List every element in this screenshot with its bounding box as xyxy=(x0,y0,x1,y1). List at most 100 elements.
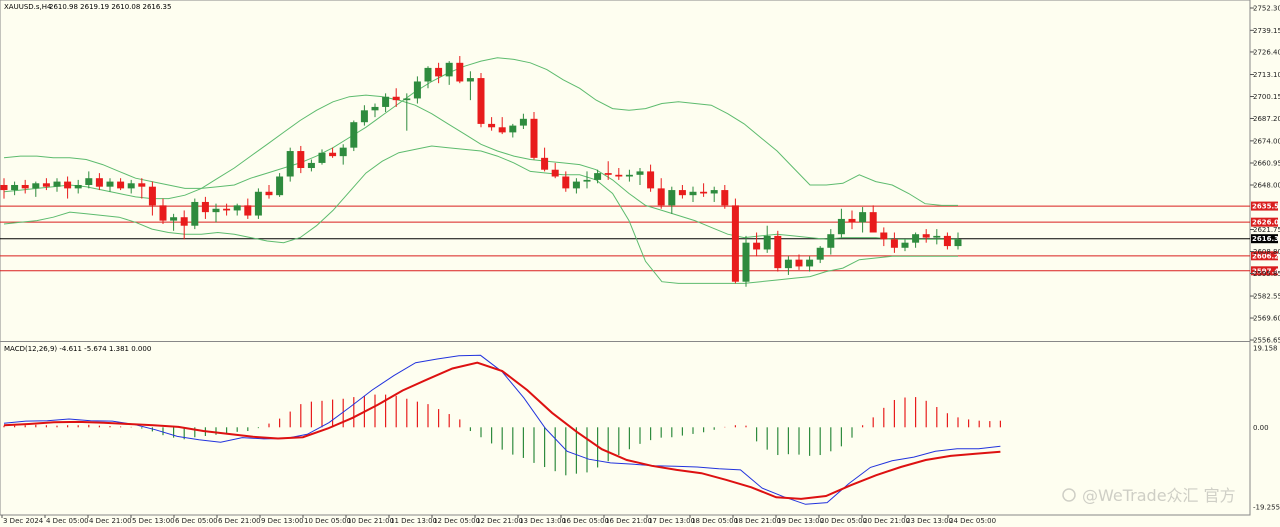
candle-body[interactable] xyxy=(742,242,750,282)
candle-body[interactable] xyxy=(668,190,676,206)
candle-body[interactable] xyxy=(392,96,400,101)
candle-body[interactable] xyxy=(498,127,506,133)
candle-body[interactable] xyxy=(106,181,114,187)
candle-body[interactable] xyxy=(827,234,835,248)
candle-body[interactable] xyxy=(424,67,432,82)
candle-body[interactable] xyxy=(594,173,602,180)
price-panel[interactable] xyxy=(0,56,1250,287)
candle-body[interactable] xyxy=(678,190,686,196)
candle-body[interactable] xyxy=(148,186,156,206)
candle-body[interactable] xyxy=(201,201,209,213)
candle-body[interactable] xyxy=(32,183,40,189)
candle-body[interactable] xyxy=(445,62,453,77)
time-tick-label: 18 Dec 05:00 xyxy=(691,517,738,525)
candle-body[interactable] xyxy=(488,123,496,128)
candle-body[interactable] xyxy=(509,125,517,133)
candle-body[interactable] xyxy=(11,184,19,191)
candle-body[interactable] xyxy=(117,181,125,189)
candle-body[interactable] xyxy=(541,157,549,170)
candle-body[interactable] xyxy=(625,174,633,177)
candle-body[interactable] xyxy=(0,184,8,191)
candle-body[interactable] xyxy=(212,208,220,213)
candle-body[interactable] xyxy=(572,181,580,189)
candle-body[interactable] xyxy=(360,110,368,123)
candle-body[interactable] xyxy=(583,179,591,182)
candle-body[interactable] xyxy=(95,178,103,187)
candle-body[interactable] xyxy=(890,239,898,248)
candle-body[interactable] xyxy=(286,151,294,177)
candle-body[interactable] xyxy=(477,78,485,124)
candle-body[interactable] xyxy=(233,205,241,211)
candle-body[interactable] xyxy=(191,201,199,226)
candle-body[interactable] xyxy=(244,205,252,216)
candle-body[interactable] xyxy=(466,78,474,82)
candle-body[interactable] xyxy=(339,147,347,157)
candle-body[interactable] xyxy=(763,235,771,250)
candle-body[interactable] xyxy=(795,259,803,267)
candle-body[interactable] xyxy=(657,188,665,206)
candle-body[interactable] xyxy=(700,191,708,194)
candle-body[interactable] xyxy=(127,183,135,189)
macd-panel[interactable] xyxy=(3,354,1002,505)
candle-body[interactable] xyxy=(784,259,792,269)
time-tick-label: 3 Dec 2024 xyxy=(3,517,44,525)
candle-body[interactable] xyxy=(456,62,464,82)
candle-body[interactable] xyxy=(159,205,167,221)
candle-body[interactable] xyxy=(530,118,538,158)
candle-body[interactable] xyxy=(848,218,856,223)
candle-body[interactable] xyxy=(647,171,655,189)
price-tick-label: 2582.55 xyxy=(1253,293,1280,301)
price-tick-label: 2687.20 xyxy=(1253,115,1280,123)
candle-body[interactable] xyxy=(912,234,920,243)
candle-body[interactable] xyxy=(265,191,273,196)
candle-body[interactable] xyxy=(562,176,570,189)
candle-body[interactable] xyxy=(74,184,82,189)
candle-body[interactable] xyxy=(350,122,358,148)
candle-body[interactable] xyxy=(880,232,888,240)
candle-body[interactable] xyxy=(869,212,877,233)
candle-body[interactable] xyxy=(371,106,379,111)
time-tick-label: 4 Dec 21:00 xyxy=(89,517,132,525)
candle-body[interactable] xyxy=(710,190,718,194)
candle-body[interactable] xyxy=(806,259,814,267)
candle-body[interactable] xyxy=(403,98,411,101)
candle-body[interactable] xyxy=(435,67,443,77)
candle-body[interactable] xyxy=(604,173,612,175)
trading-chart[interactable]: 2635.572626.092606.262597.432752.302739.… xyxy=(0,0,1280,527)
candle-body[interactable] xyxy=(721,190,729,206)
candle-body[interactable] xyxy=(297,151,305,169)
candle-body[interactable] xyxy=(731,205,739,282)
candle-body[interactable] xyxy=(901,242,909,248)
candle-body[interactable] xyxy=(42,183,50,187)
candle-body[interactable] xyxy=(859,212,867,223)
candle-body[interactable] xyxy=(64,181,72,189)
candle-body[interactable] xyxy=(276,176,284,196)
candle-body[interactable] xyxy=(318,152,326,163)
candle-body[interactable] xyxy=(382,96,390,107)
candle-body[interactable] xyxy=(307,162,315,169)
candle-body[interactable] xyxy=(551,169,559,177)
candle-body[interactable] xyxy=(774,235,782,269)
candle-body[interactable] xyxy=(753,242,761,250)
candle-body[interactable] xyxy=(615,174,623,177)
candle-body[interactable] xyxy=(329,152,337,157)
candle-body[interactable] xyxy=(933,235,941,238)
candle-body[interactable] xyxy=(170,217,178,221)
candle-body[interactable] xyxy=(223,208,231,211)
candle-body[interactable] xyxy=(519,118,527,126)
candle-body[interactable] xyxy=(254,191,262,216)
candle-body[interactable] xyxy=(180,217,188,226)
candle-body[interactable] xyxy=(689,191,697,196)
candle-body[interactable] xyxy=(816,247,824,260)
candle-body[interactable] xyxy=(53,181,61,187)
candle-body[interactable] xyxy=(636,171,644,175)
candle-body[interactable] xyxy=(85,178,93,185)
candle-body[interactable] xyxy=(138,183,146,187)
candle-body[interactable] xyxy=(922,234,930,238)
time-tick-label: 20 Dec 05:00 xyxy=(820,517,867,525)
candle-body[interactable] xyxy=(943,235,951,247)
candle-body[interactable] xyxy=(954,239,962,247)
candle-body[interactable] xyxy=(413,81,421,99)
candle-body[interactable] xyxy=(21,184,29,189)
candle-body[interactable] xyxy=(837,218,845,235)
